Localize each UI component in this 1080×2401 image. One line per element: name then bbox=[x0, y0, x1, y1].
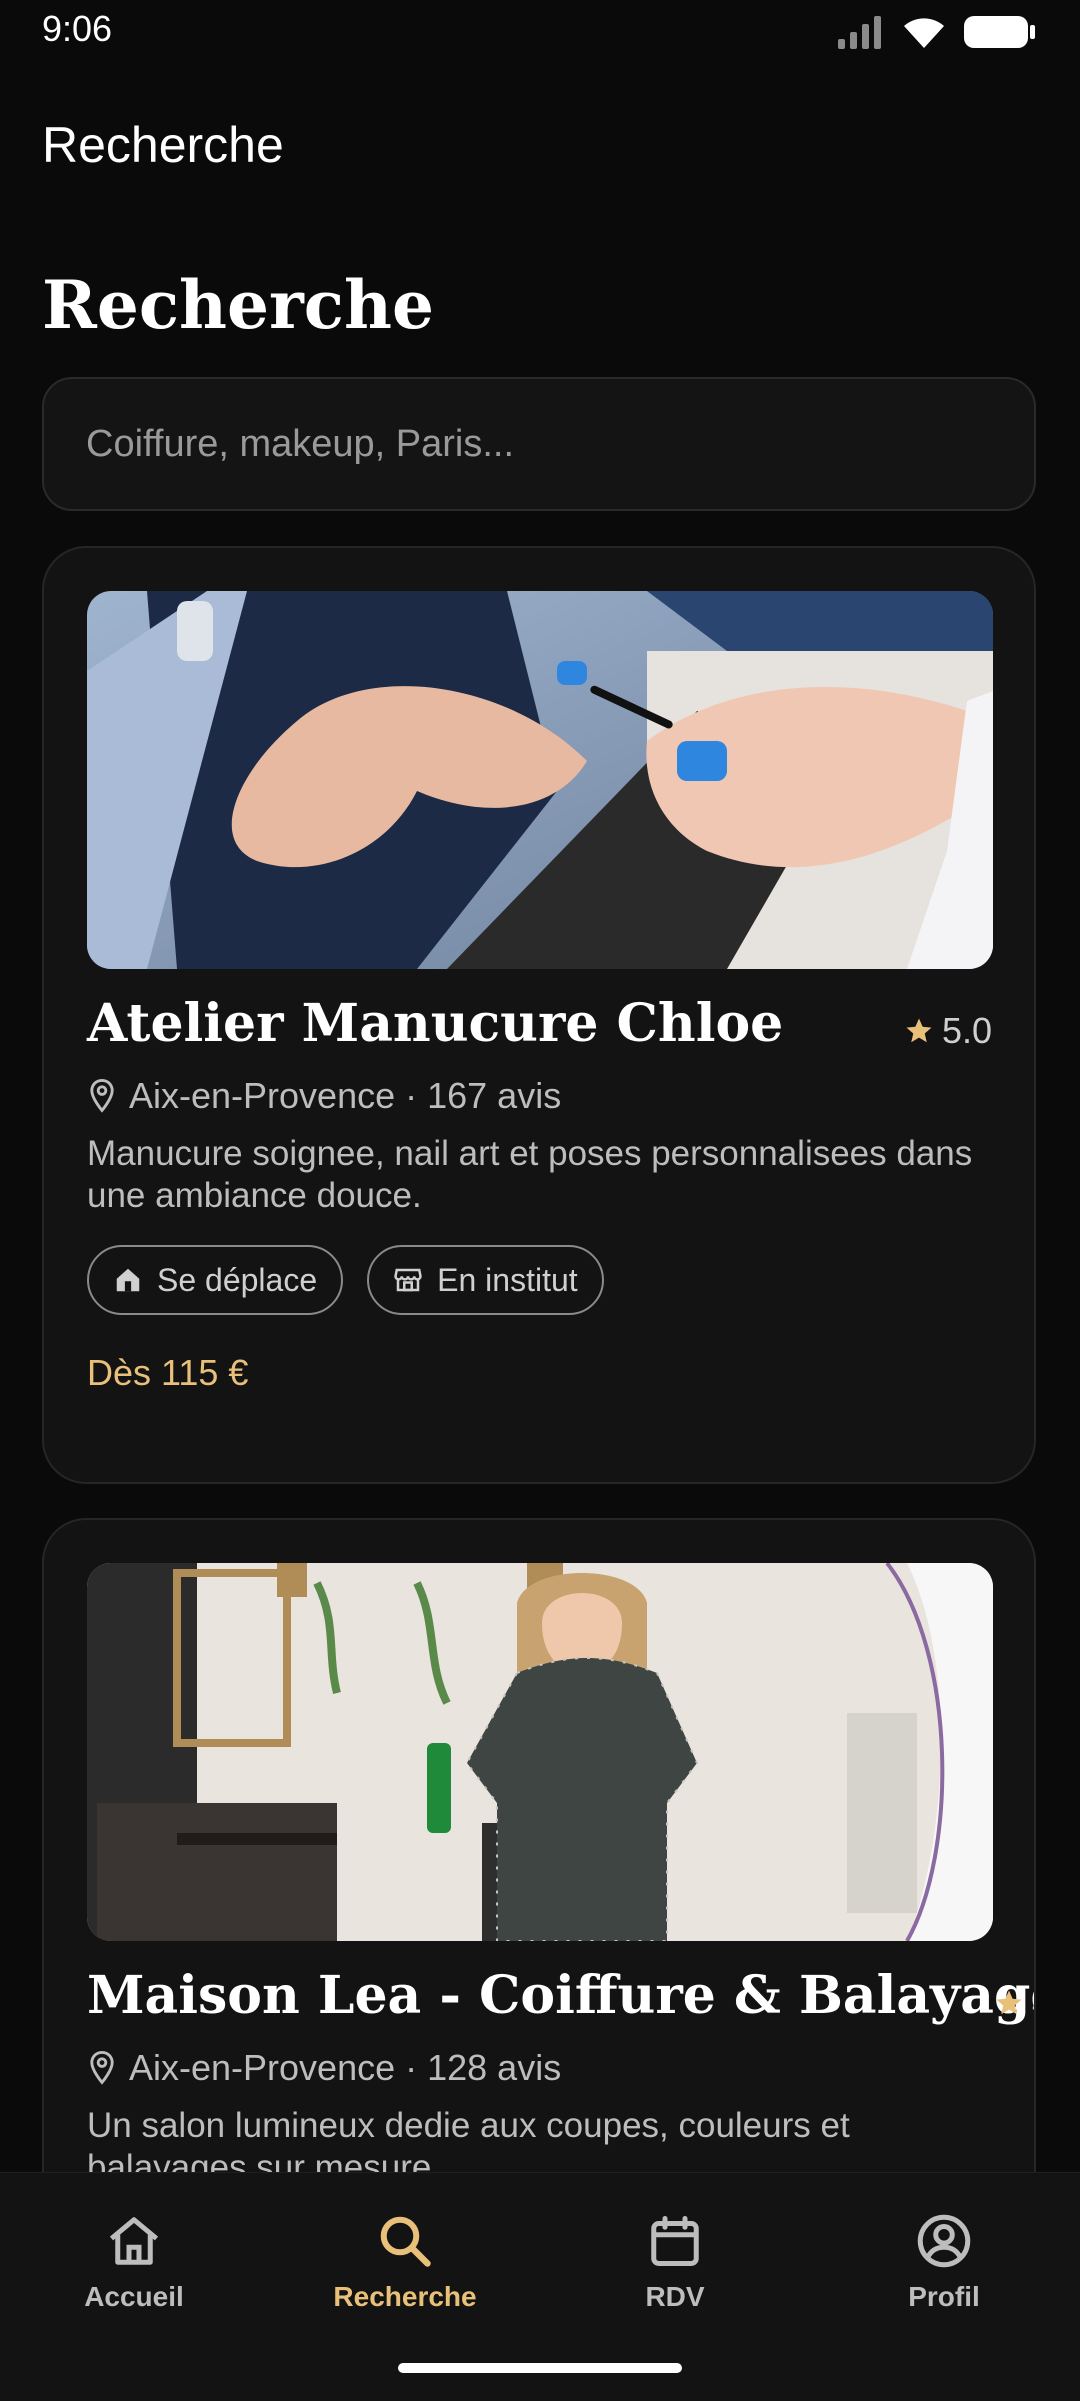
salon-price: Dès 115 € bbox=[87, 1352, 249, 1393]
nav-profil[interactable]: Profil bbox=[844, 2211, 1044, 2313]
tag-label: Se déplace bbox=[157, 1261, 318, 1298]
salon-photo-manicure bbox=[87, 591, 993, 969]
rating: 5.0 bbox=[904, 1010, 992, 1052]
home-indicator[interactable] bbox=[398, 2363, 682, 2373]
salon-tags: Se déplace En institut bbox=[87, 1245, 604, 1315]
status-bar: 9:06 bbox=[0, 0, 1080, 64]
nav-accueil[interactable]: Accueil bbox=[34, 2211, 234, 2313]
app-bar-title: Recherche bbox=[42, 117, 284, 173]
battery-icon bbox=[964, 16, 1035, 48]
calendar-icon bbox=[651, 2216, 699, 2266]
location-pin-icon bbox=[90, 2050, 114, 2085]
nav-recherche[interactable]: Recherche bbox=[305, 2211, 505, 2313]
home-icon bbox=[109, 2217, 159, 2265]
salon-description: Manucure soignee, nail art et poses pers… bbox=[87, 1134, 973, 1215]
salon-card[interactable]: Maison Lea - Coiffure & Balayage 4 Aix-e… bbox=[42, 1518, 1036, 2238]
wifi-icon bbox=[904, 18, 944, 48]
star-icon bbox=[996, 1990, 1022, 2015]
salon-location: Aix-en-Provence · 167 avis bbox=[129, 1075, 562, 1116]
nav-label: RDV bbox=[645, 2281, 705, 2312]
tag-se-deplace: Se déplace bbox=[87, 1245, 344, 1315]
salon-name[interactable]: Atelier Manucure Chloe bbox=[87, 993, 783, 1054]
salon-card[interactable]: Atelier Manucure Chloe 5.0 Aix-en-Proven… bbox=[42, 546, 1036, 1484]
nav-rdv[interactable]: RDV bbox=[575, 2211, 775, 2313]
tag-en-institut: En institut bbox=[367, 1245, 604, 1315]
location-pin-icon bbox=[90, 1078, 114, 1113]
search-box[interactable] bbox=[42, 377, 1036, 511]
tag-label: En institut bbox=[437, 1261, 578, 1298]
salon-meta: Aix-en-Provence · 128 avis bbox=[87, 2047, 561, 2089]
rating-value: 5.0 bbox=[941, 1010, 992, 1051]
search-input[interactable] bbox=[44, 379, 1034, 509]
nav-label: Recherche bbox=[333, 2281, 477, 2312]
storefront-icon bbox=[394, 1268, 422, 1292]
search-icon bbox=[380, 2216, 431, 2267]
salon-location: Aix-en-Provence · 128 avis bbox=[129, 2047, 562, 2088]
house-travel-icon bbox=[116, 1268, 140, 1292]
salon-meta: Aix-en-Provence · 167 avis bbox=[87, 1075, 561, 1117]
page-title: Recherche bbox=[42, 266, 434, 344]
salon-name[interactable]: Maison Lea - Coiffure & Balayage bbox=[87, 1965, 1034, 2026]
rating: 4 bbox=[994, 1982, 1034, 2024]
status-time: 9:06 bbox=[42, 8, 113, 49]
nav-label: Accueil bbox=[84, 2281, 184, 2312]
rating-value: 4 bbox=[1032, 1982, 1034, 2024]
signal-icon bbox=[838, 16, 881, 49]
star-icon bbox=[906, 1018, 932, 1043]
profile-icon bbox=[917, 2214, 971, 2268]
status-icons bbox=[836, 14, 1036, 50]
salon-photo-hair bbox=[87, 1563, 993, 1941]
nav-label: Profil bbox=[908, 2281, 980, 2312]
